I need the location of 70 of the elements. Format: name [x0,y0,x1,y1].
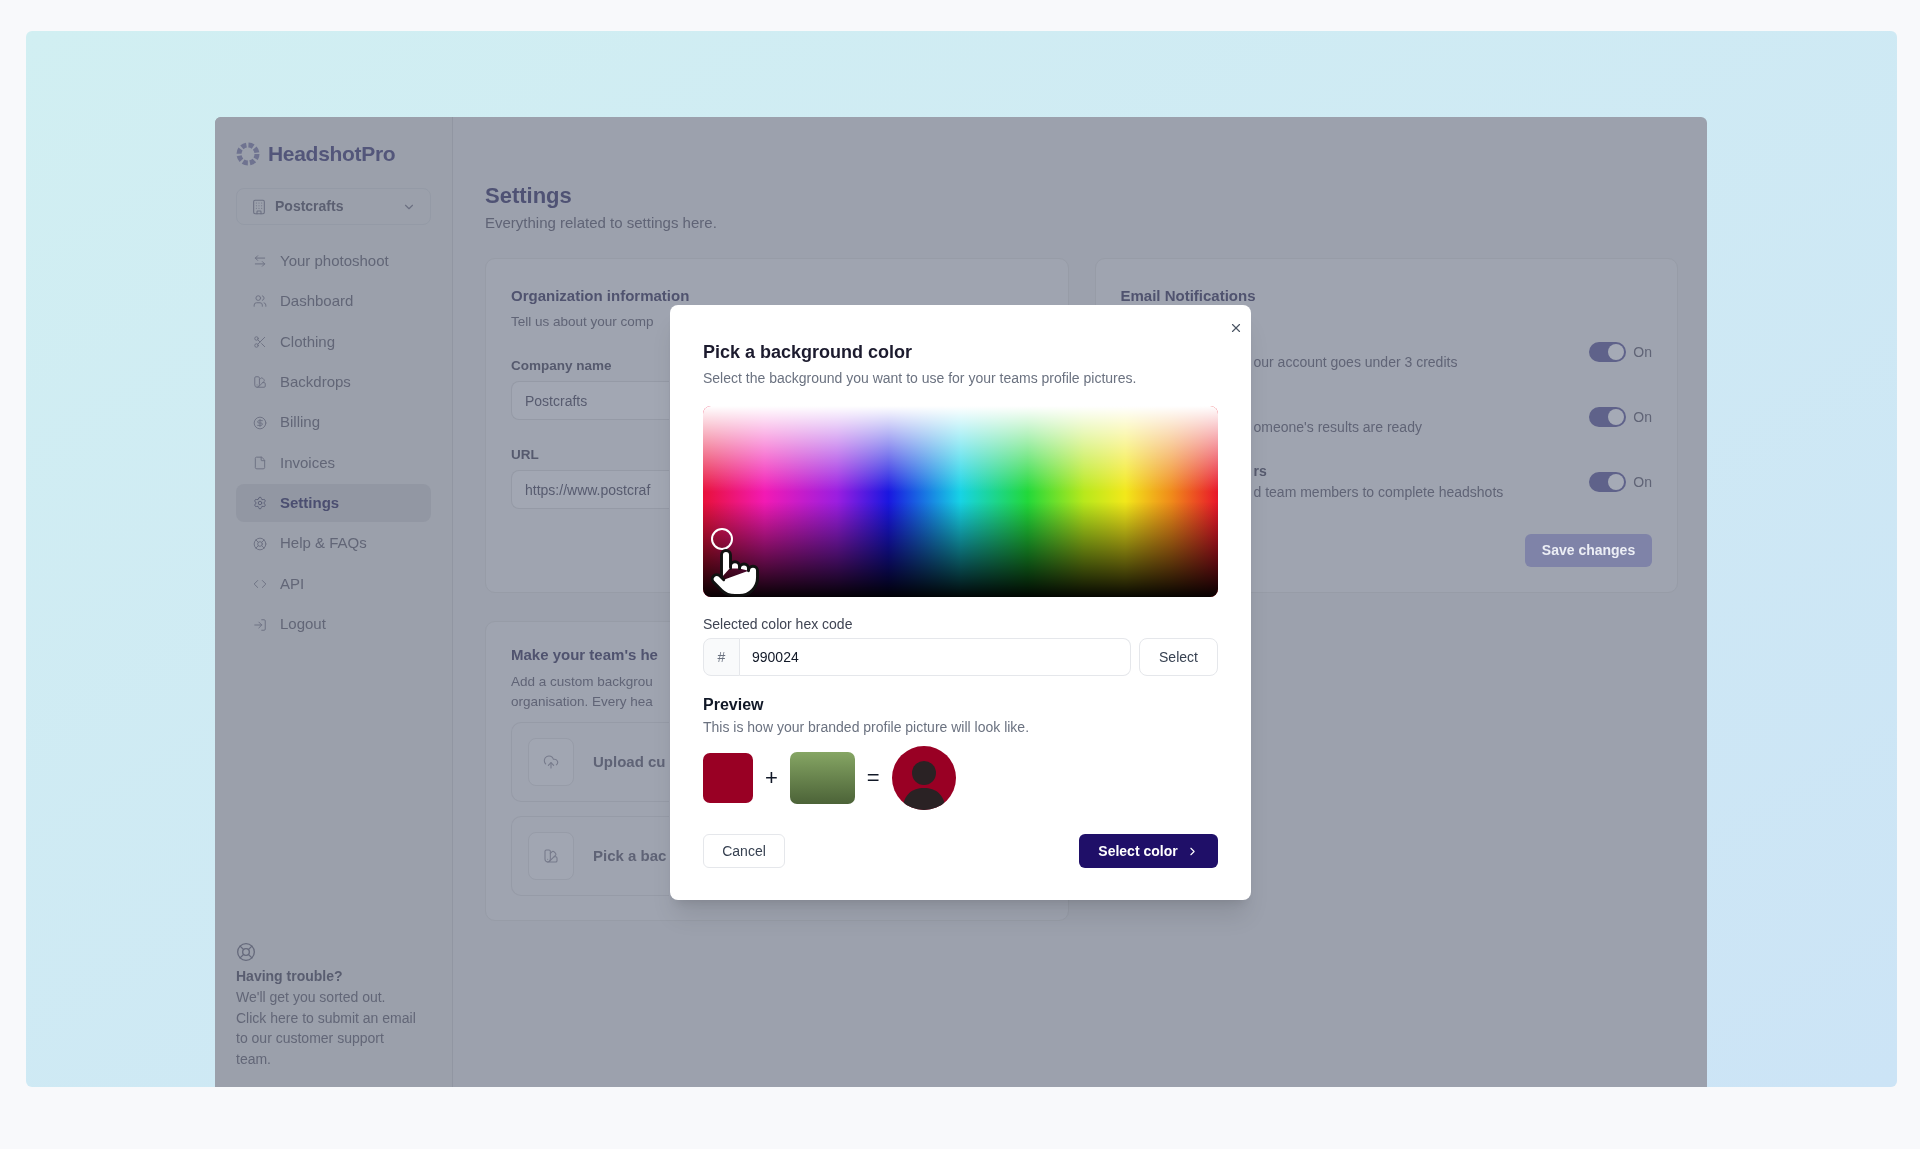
dialog-title: Pick a background color [703,341,913,364]
select-color-button[interactable]: Select color [1079,834,1218,868]
field-label: URL [511,446,539,464]
lifebuoy-icon [236,942,256,962]
hand-cursor-icon [708,546,762,600]
settings-icon [253,496,267,511]
select-button[interactable]: Select [1139,638,1218,676]
nav-item[interactable]: Invoices [236,443,431,482]
help-title: Having trouble? [236,967,343,986]
swatch-icon [528,832,574,880]
arrows-icon [253,254,267,268]
plus-sign: + [765,766,778,790]
nav-item[interactable]: API [236,565,431,604]
card-subtitle: Tell us about your comp [511,313,654,331]
help-text[interactable]: We'll get you sorted out. Click here to submit an email to our customer support team. [236,987,418,1069]
notification-description: omeone's results are ready [1253,418,1422,437]
hex-prefix: # [703,638,740,676]
field-label: Company name [511,357,612,375]
color-picker-handle[interactable] [711,528,733,550]
notification-title: rs [1253,462,1267,481]
organization-dropdown[interactable]: Postcrafts [236,188,431,225]
swatch-icon [253,375,267,390]
photo-placeholder [789,752,855,804]
nav-item[interactable]: Logout [236,605,431,644]
toggle-switch[interactable] [1589,341,1627,362]
cloud-upload-icon [528,738,574,786]
equals-sign: = [866,766,880,790]
toggle-label: On [1633,472,1652,492]
hex-label: Selected color hex code [703,615,853,633]
logo-icon [236,142,260,166]
card-title: Make your team's he [511,645,658,665]
hex-input[interactable]: 990024 [740,638,1131,676]
nav-item[interactable]: Dashboard [236,282,431,321]
close-icon [1229,321,1243,335]
toggle-switch[interactable] [1589,406,1627,427]
toggle-label: On [1633,407,1652,427]
company-name-field[interactable]: Postcrafts [511,381,669,420]
nav-item[interactable]: Your photoshoot [236,242,431,280]
nav-item[interactable]: Clothing [236,322,431,361]
notification-description: our account goes under 3 credits [1253,353,1458,372]
page-title: Settings [485,182,572,210]
url-field[interactable]: https://www.postcraf [511,470,669,509]
nav-item[interactable]: Billing [236,403,431,442]
card-description: Add a custom backgrou [511,673,653,691]
toggle-label: On [1633,342,1652,362]
dollar-icon [253,415,267,430]
users-icon [253,294,267,309]
nav-item[interactable]: Settings [236,484,431,523]
preview-title: Preview [703,695,764,715]
notification-description: d team members to complete headshots [1253,483,1504,502]
preview-subtitle: This is how your branded profile picture will look like. [703,718,1030,737]
background-option[interactable]: Upload cu [511,722,669,802]
lifebuoy-icon [253,536,267,551]
cancel-button[interactable]: Cancel [703,834,785,868]
nav-item[interactable]: Help & FAQs [236,524,431,563]
page-subtitle: Everything related to settings here. [485,213,717,233]
background-option[interactable]: Pick a bac [511,816,669,896]
avatar-icon [891,746,956,810]
card-title: Organization information [511,286,690,306]
scissors-icon [253,334,267,349]
card-title: Email Notifications [1120,286,1256,306]
login-icon [253,617,267,632]
card-description: organisation. Every hea [511,693,653,711]
file-icon [253,455,267,470]
color-swatch-icon [703,753,753,803]
nav-item[interactable]: Backdrops [236,363,431,402]
dialog-subtitle: Select the background you want to use for your teams profile pictures. [703,369,1137,388]
building-icon [251,198,267,215]
toggle-switch[interactable] [1589,471,1627,492]
logo-text: HeadshotPro [268,141,396,167]
